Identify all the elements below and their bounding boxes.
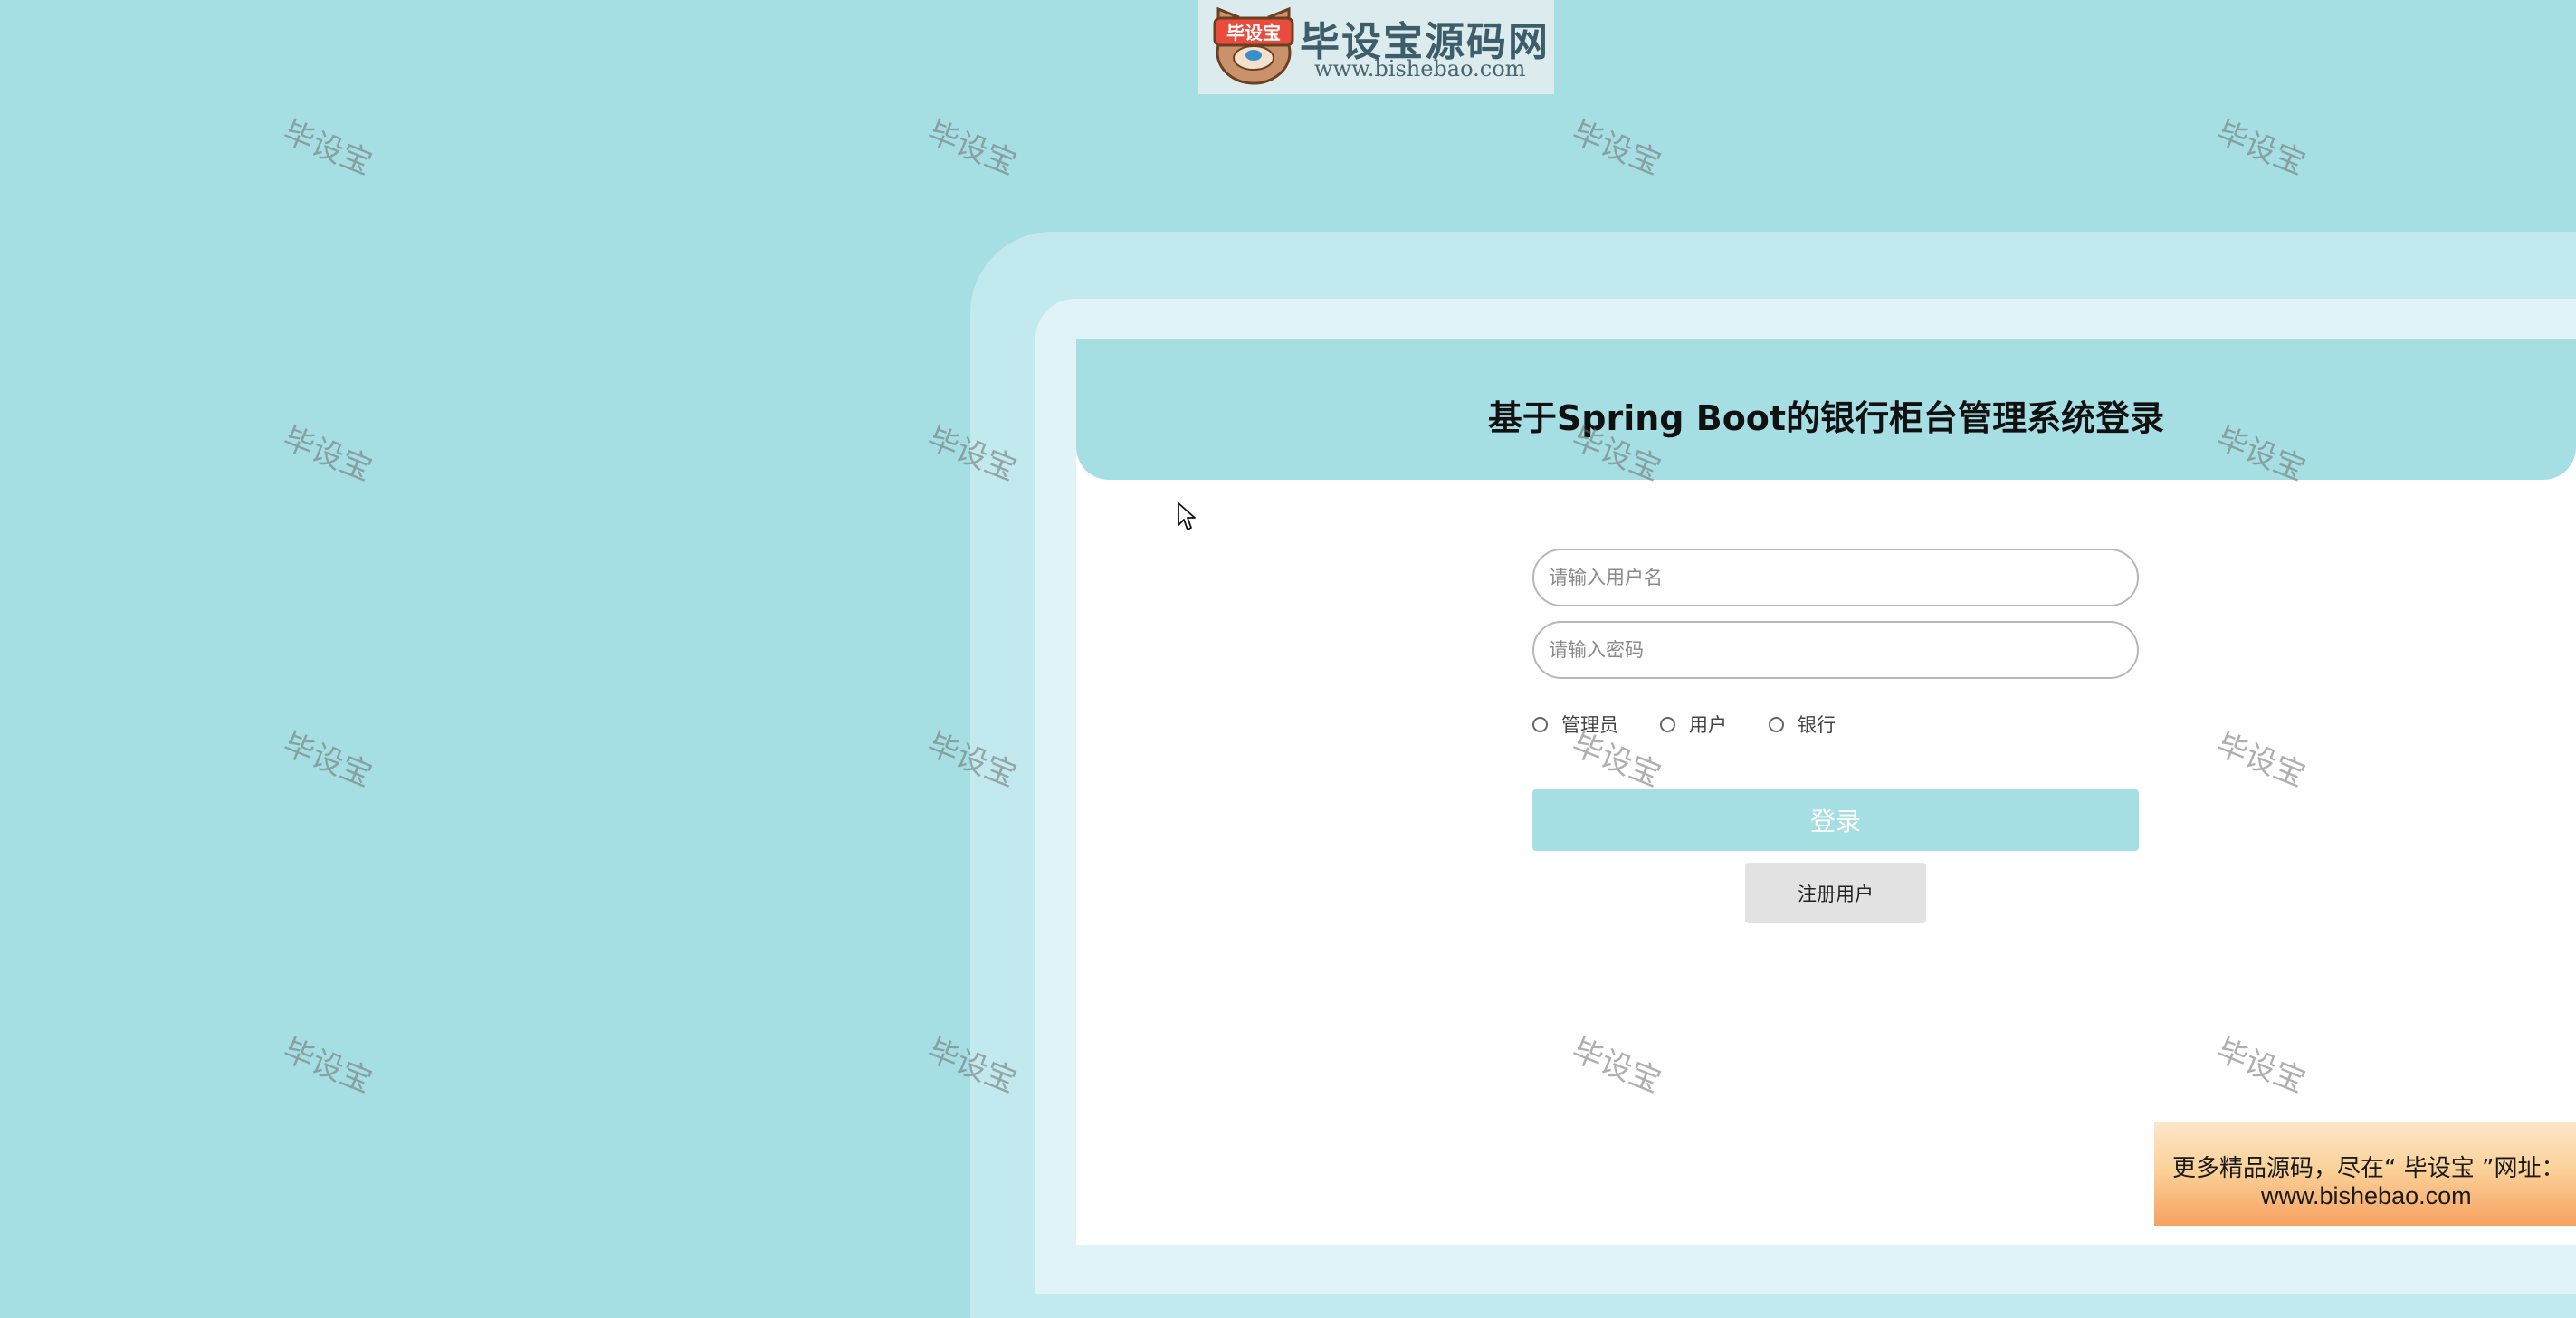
login-button[interactable]: 登录 <box>1532 789 2139 851</box>
promo-banner[interactable]: 更多精品源码，尽在“ 毕设宝 ”网址： www.bishebao.com <box>2154 1122 2576 1226</box>
register-button[interactable]: 注册用户 <box>1745 863 1926 923</box>
promo-url: www.bishebao.com <box>2261 1182 2472 1209</box>
watermark: 毕设宝 <box>921 114 1022 183</box>
radio-circle-icon[interactable] <box>1769 716 1784 732</box>
login-header: 基于Spring Boot的银行柜台管理系统登录 <box>1076 339 2576 480</box>
role-option-bank[interactable]: 银行 <box>1769 711 1836 738</box>
watermark: 毕设宝 <box>1566 114 1666 183</box>
promo-text: 更多精品源码，尽在“ 毕设宝 ”网址： <box>2172 1155 2565 1182</box>
radio-circle-icon[interactable] <box>1660 716 1675 732</box>
site-logo[interactable]: 毕设宝 毕设宝源码网 www.bishebao.com <box>1198 0 1554 94</box>
role-label: 用户 <box>1689 714 1727 736</box>
role-option-user[interactable]: 用户 <box>1660 711 1727 738</box>
radio-circle-icon[interactable] <box>1532 716 1548 732</box>
watermark: 毕设宝 <box>277 726 377 795</box>
role-radio-group: 管理员 用户 银行 <box>1532 711 1877 738</box>
watermark: 毕设宝 <box>277 1032 377 1101</box>
mascot-logo-icon: 毕设宝 <box>1213 6 1294 85</box>
role-option-admin[interactable]: 管理员 <box>1532 711 1618 738</box>
mouse-cursor-icon <box>1178 502 1196 530</box>
watermark: 毕设宝 <box>277 114 377 183</box>
role-label: 管理员 <box>1561 714 1618 736</box>
watermark: 毕设宝 <box>2210 114 2311 183</box>
logo-url: www.bishebao.com <box>1314 56 1526 81</box>
username-input[interactable] <box>1532 549 2139 606</box>
role-label: 银行 <box>1798 714 1836 736</box>
password-input[interactable] <box>1532 621 2139 679</box>
logo-badge-text: 毕设宝 <box>1226 22 1281 43</box>
watermark: 毕设宝 <box>277 420 377 489</box>
page-title: 基于Spring Boot的银行柜台管理系统登录 <box>1487 398 2165 438</box>
